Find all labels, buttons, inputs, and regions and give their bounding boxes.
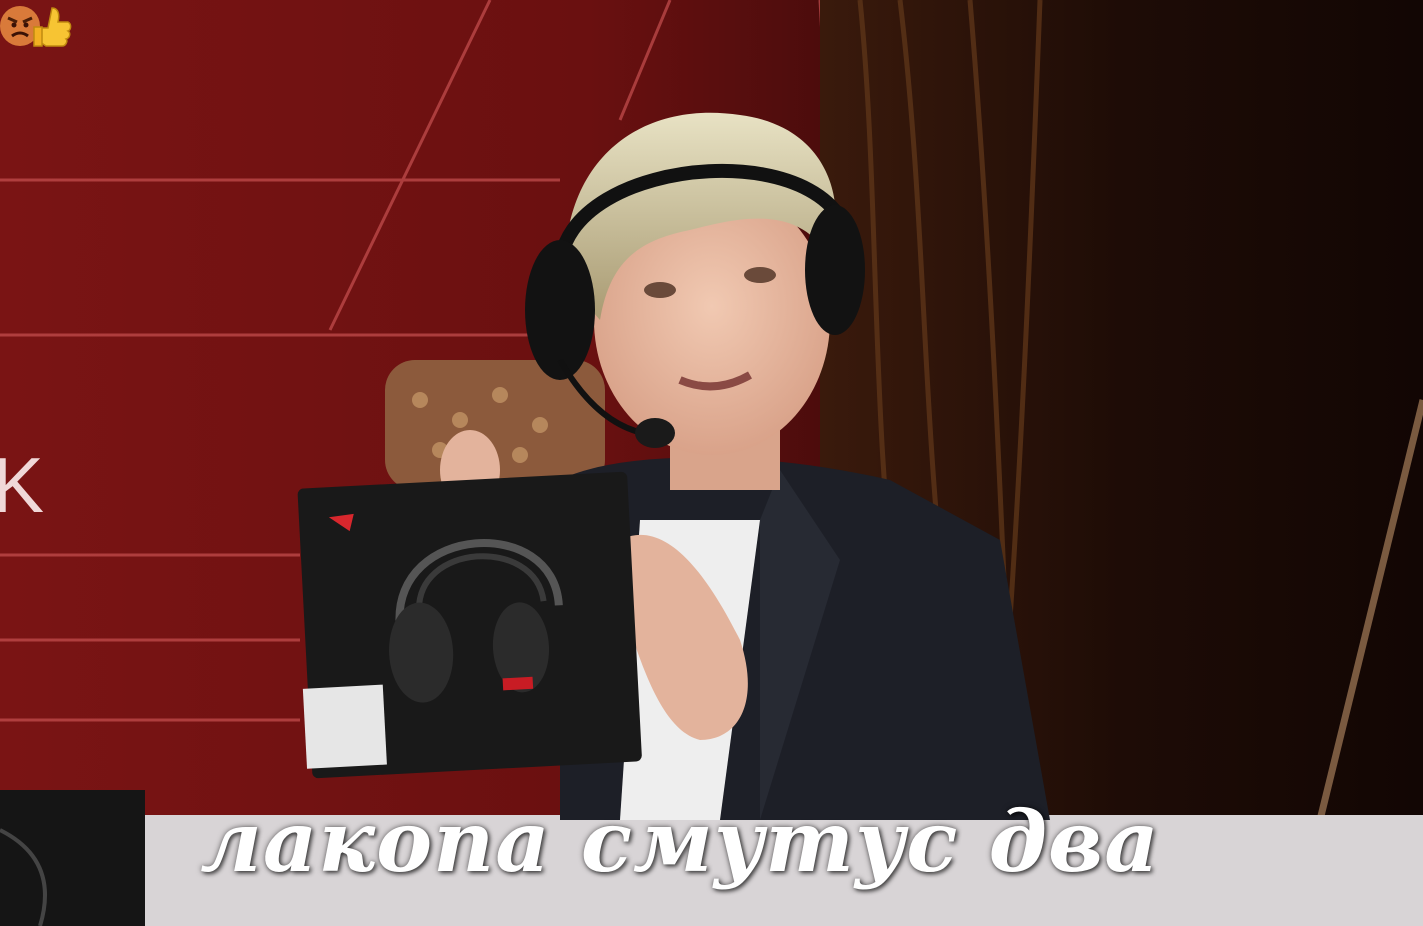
headset-mic [635, 418, 675, 448]
meme-photo: K лакопа смутус два [0, 0, 1423, 926]
stage-letter: K [0, 441, 44, 529]
headset-box [297, 471, 642, 779]
caption-text: лакопа смутус два [200, 792, 1160, 891]
left-eye [644, 282, 676, 298]
thumbs-up-icon [33, 7, 72, 47]
headset-left-cup [525, 240, 595, 380]
headset-right-cup [805, 205, 865, 335]
right-eye [744, 267, 776, 283]
photo-scene: K [0, 0, 1423, 926]
emoji-sticker [0, 6, 72, 47]
